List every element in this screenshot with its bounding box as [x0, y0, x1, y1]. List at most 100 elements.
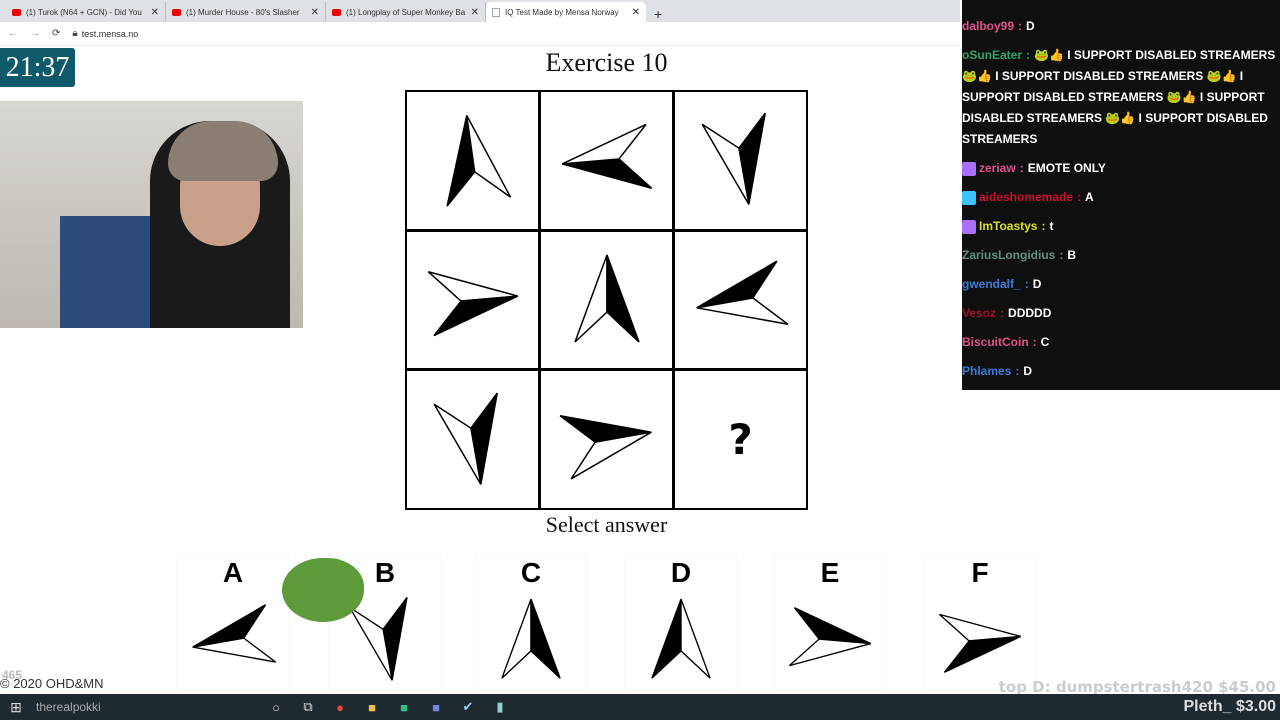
- chat-username[interactable]: BiscuitCoin: [962, 335, 1029, 349]
- tab-turok[interactable]: (1) Turok (N64 + GCN) - Did You ✕: [6, 2, 166, 22]
- answer-option-a[interactable]: A: [178, 556, 288, 690]
- answer-option-f[interactable]: F: [925, 556, 1035, 690]
- tab-longplay[interactable]: (1) Longplay of Super Monkey Ba ✕: [326, 2, 486, 22]
- chat-message: zeriaw: EMOTE ONLY: [962, 158, 1280, 179]
- taskbar: ⊞ therealpokki ○ ⧉ ● ■ ■ ■ ✔ ▮ Pleth_ $3…: [0, 694, 1280, 720]
- chat-text: t: [1049, 219, 1054, 233]
- chat-username[interactable]: Vesoz: [962, 306, 996, 320]
- right-half: [192, 604, 267, 648]
- grid-cell: [675, 231, 806, 369]
- answer-label: D: [670, 557, 692, 588]
- close-icon[interactable]: ✕: [632, 7, 640, 18]
- select-answer-label: Select answer: [545, 512, 668, 537]
- chat-username[interactable]: zeriaw: [979, 161, 1016, 175]
- windows-start-icon[interactable]: ⊞: [0, 699, 32, 716]
- answer-label: B: [374, 557, 396, 588]
- chat-username[interactable]: ZariusLongidius: [962, 248, 1055, 262]
- grid-cell: [675, 92, 806, 229]
- youtube-icon: [172, 8, 181, 16]
- cortana-icon[interactable]: ○: [260, 700, 292, 715]
- arrow-figure: [573, 254, 640, 343]
- arrow-figure: [651, 598, 711, 679]
- grid-cell: [407, 92, 538, 229]
- chat-text: D: [1032, 277, 1042, 291]
- url-field[interactable]: test.mensa.no: [82, 29, 139, 39]
- subscriber-badge-icon: [962, 219, 976, 234]
- tab-title: (1) Longplay of Super Monkey Ba: [346, 7, 466, 17]
- chat-username[interactable]: gwendalf_: [962, 277, 1021, 291]
- chat-text: EMOTE ONLY: [1027, 161, 1106, 175]
- tab-mensa[interactable]: IQ Test Made by Mensa Norway ✕: [486, 2, 646, 22]
- tab-title: IQ Test Made by Mensa Norway: [505, 7, 619, 17]
- grid-cell: ?: [675, 371, 806, 508]
- answer-option-c[interactable]: C: [476, 556, 586, 690]
- chrome-icon[interactable]: ●: [324, 700, 356, 715]
- right-half: [530, 598, 561, 679]
- arrow-figure: [559, 414, 652, 480]
- chat-message: Phlames: D: [962, 364, 1033, 378]
- chat-text: D: [1023, 364, 1033, 378]
- right-half: [680, 598, 711, 679]
- arrow-figure: [433, 392, 498, 485]
- chat-message: dalboy99: D: [962, 19, 1035, 33]
- chat-message: gwendalf_: D: [962, 277, 1042, 291]
- webcam-feed: [0, 101, 303, 328]
- steam-icon[interactable]: ✔: [452, 699, 484, 715]
- left-half: [501, 598, 532, 679]
- chat-message: oSunEater: 🐸👍 I SUPPORT DISABLED STREAMER…: [962, 48, 1276, 146]
- app-icon[interactable]: ▮: [484, 699, 516, 715]
- reload-icon[interactable]: ⟳: [52, 28, 60, 39]
- tab-bar: (1) Turok (N64 + GCN) - Did You ✕ (1) Mur…: [0, 0, 960, 22]
- chat-username[interactable]: oSunEater: [962, 48, 1022, 62]
- chat-text: DDDDD: [1008, 306, 1052, 320]
- file-explorer-icon[interactable]: ■: [356, 700, 388, 715]
- close-icon[interactable]: ✕: [311, 7, 319, 18]
- channel-name: therealpokki: [36, 700, 101, 714]
- grid-cell: [541, 371, 672, 508]
- answer-label: F: [971, 557, 989, 588]
- timer: 21:37: [0, 48, 75, 87]
- right-half: [943, 635, 1022, 673]
- viewer-counter: 465: [2, 668, 23, 682]
- page-title: Exercise 10: [545, 48, 668, 77]
- chat-username[interactable]: Phlames: [962, 364, 1011, 378]
- right-half: [570, 431, 652, 480]
- chat-username[interactable]: ImToastys: [979, 219, 1037, 233]
- discord-icon[interactable]: ■: [420, 700, 452, 715]
- left-half: [793, 607, 872, 645]
- arrow-figure: [695, 260, 788, 325]
- close-icon[interactable]: ✕: [151, 7, 159, 18]
- chat-message: Vesoz: DDDDD: [962, 306, 1052, 320]
- close-icon[interactable]: ✕: [471, 7, 479, 18]
- grid-cell: [407, 231, 538, 369]
- chat-text: C: [1040, 335, 1050, 349]
- page-icon: [492, 7, 500, 17]
- lock-icon: 🔒︎: [72, 28, 78, 39]
- answer-option-d[interactable]: D: [626, 556, 736, 690]
- tab-title: (1) Murder House - 80's Slasher: [186, 7, 300, 17]
- arrow-figure: [427, 271, 518, 337]
- puzzle-grid: ?: [405, 90, 808, 510]
- chat-message: ZariusLongidius: B: [962, 248, 1077, 262]
- right-half: [695, 260, 777, 309]
- answer-option-e[interactable]: E: [775, 556, 885, 690]
- chat-message: ImToastys: t: [962, 216, 1280, 237]
- arrow-figure: [788, 607, 872, 667]
- forward-icon[interactable]: →: [30, 28, 40, 39]
- arrow-figure: [701, 112, 766, 206]
- chat-message: aideshomemade: A: [962, 187, 1280, 208]
- left-half: [573, 254, 608, 343]
- arrow-figure: [501, 598, 561, 679]
- left-half: [651, 598, 682, 679]
- chat-text: B: [1067, 248, 1077, 262]
- back-icon[interactable]: ←: [8, 28, 18, 39]
- tab-murder-house[interactable]: (1) Murder House - 80's Slasher ✕: [166, 2, 326, 22]
- task-view-icon[interactable]: ⧉: [292, 699, 324, 715]
- right-half: [605, 254, 640, 343]
- pepe-emote: [282, 558, 364, 622]
- app-icon[interactable]: ■: [388, 700, 420, 715]
- chat-username[interactable]: aideshomemade: [979, 190, 1073, 204]
- right-half: [465, 115, 511, 199]
- chat-username[interactable]: dalboy99: [962, 19, 1014, 33]
- new-tab-button[interactable]: +: [646, 6, 670, 22]
